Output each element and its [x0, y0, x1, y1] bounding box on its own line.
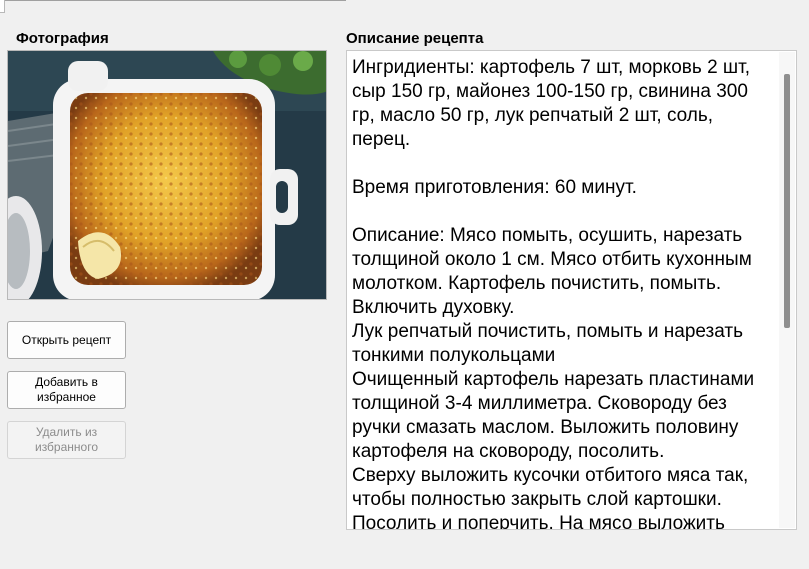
recipe-photo: [7, 50, 327, 300]
photo-label: Фотография: [16, 30, 109, 47]
window-corner: [0, 0, 5, 13]
recipe-description-text: Ингридиенты: картофель 7 шт, морковь 2 ш…: [352, 57, 755, 530]
description-scrollbar-thumb[interactable]: [784, 74, 790, 328]
top-divider: [0, 0, 346, 1]
description-scrollbar[interactable]: [779, 52, 795, 528]
recipe-description-textbox[interactable]: Ингридиенты: картофель 7 шт, морковь 2 ш…: [346, 50, 797, 530]
open-recipe-button-label: Открыть рецепт: [21, 332, 112, 347]
recipe-photo-image: [8, 51, 326, 299]
remove-from-favorites-button-label: Удалить из избранного: [34, 425, 98, 454]
description-label: Описание рецепта: [346, 30, 484, 47]
remove-from-favorites-button[interactable]: Удалить из избранного: [7, 421, 126, 459]
add-to-favorites-button-label: Добавить в избранное: [35, 375, 98, 404]
add-to-favorites-button[interactable]: Добавить в избранное: [7, 371, 126, 409]
open-recipe-button[interactable]: Открыть рецепт: [7, 321, 126, 359]
